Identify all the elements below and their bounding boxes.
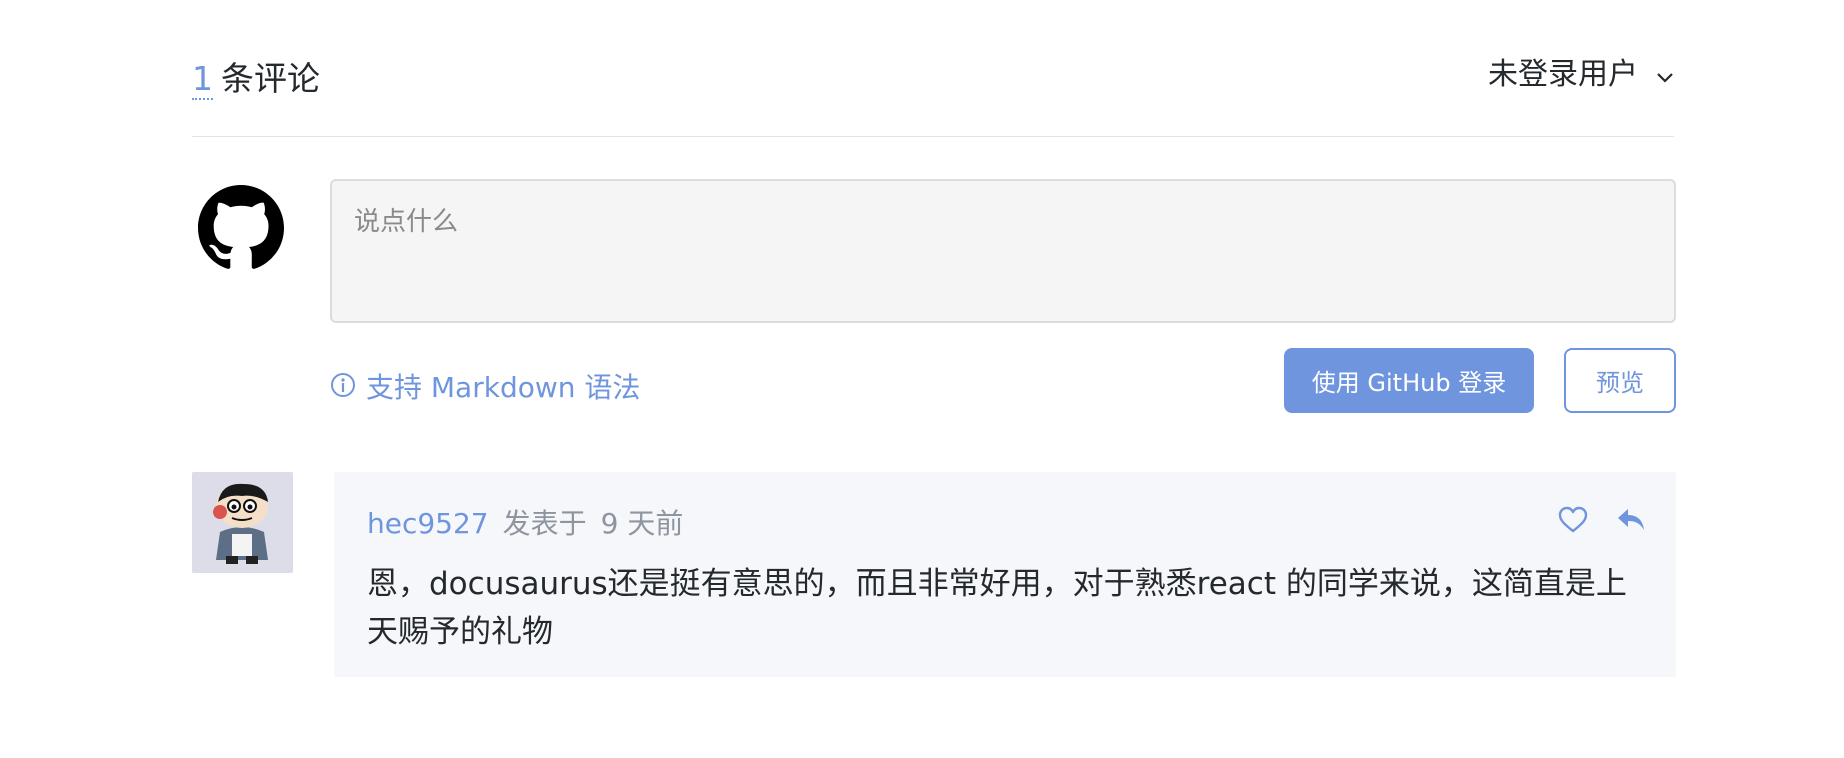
markdown-hint-link[interactable]: 支持 Markdown 语法 <box>330 366 640 406</box>
comment-body: 恩，docusaurus还是挺有意思的，而且非常好用，对于熟悉react 的同学… <box>367 566 1627 650</box>
comment-author-avatar[interactable] <box>192 472 293 573</box>
comments-widget: 1 条评论 未登录用户 说点什么 支持 Markdown 语法 使用 GitHub… <box>192 0 1676 758</box>
comments-header: 1 条评论 未登录用户 <box>192 52 1674 112</box>
heart-icon[interactable] <box>1558 506 1588 538</box>
user-menu-dropdown[interactable]: 未登录用户 <box>1488 52 1674 98</box>
comment-meta: hec9527 发表于 9 天前 <box>367 502 683 542</box>
chevron-down-icon <box>1656 69 1674 88</box>
comment-author-link[interactable]: hec9527 <box>367 507 489 540</box>
markdown-hint-label: 支持 Markdown 语法 <box>366 371 641 404</box>
comment-count-label: 条评论 <box>221 59 320 98</box>
comment-input[interactable]: 说点什么 <box>330 179 1676 323</box>
comment-timestamp: 9 天前 <box>600 507 684 540</box>
github-login-button[interactable]: 使用 GitHub 登录 <box>1284 348 1534 413</box>
comment-item: hec9527 发表于 9 天前 恩，docusaurus还是挺有意思的，而且非… <box>334 472 1676 677</box>
preview-button[interactable]: 预览 <box>1564 348 1676 413</box>
comment-actions <box>1558 506 1646 538</box>
github-icon <box>198 185 284 271</box>
info-icon <box>330 372 356 405</box>
user-menu-label: 未登录用户 <box>1488 57 1638 92</box>
comment-input-placeholder: 说点什么 <box>354 207 459 237</box>
comment-posted-label: 发表于 <box>502 507 587 540</box>
comment-count: 1 条评论 <box>192 56 320 102</box>
header-divider <box>192 136 1674 137</box>
reply-icon[interactable] <box>1616 507 1646 537</box>
comment-count-number[interactable]: 1 <box>192 59 213 100</box>
